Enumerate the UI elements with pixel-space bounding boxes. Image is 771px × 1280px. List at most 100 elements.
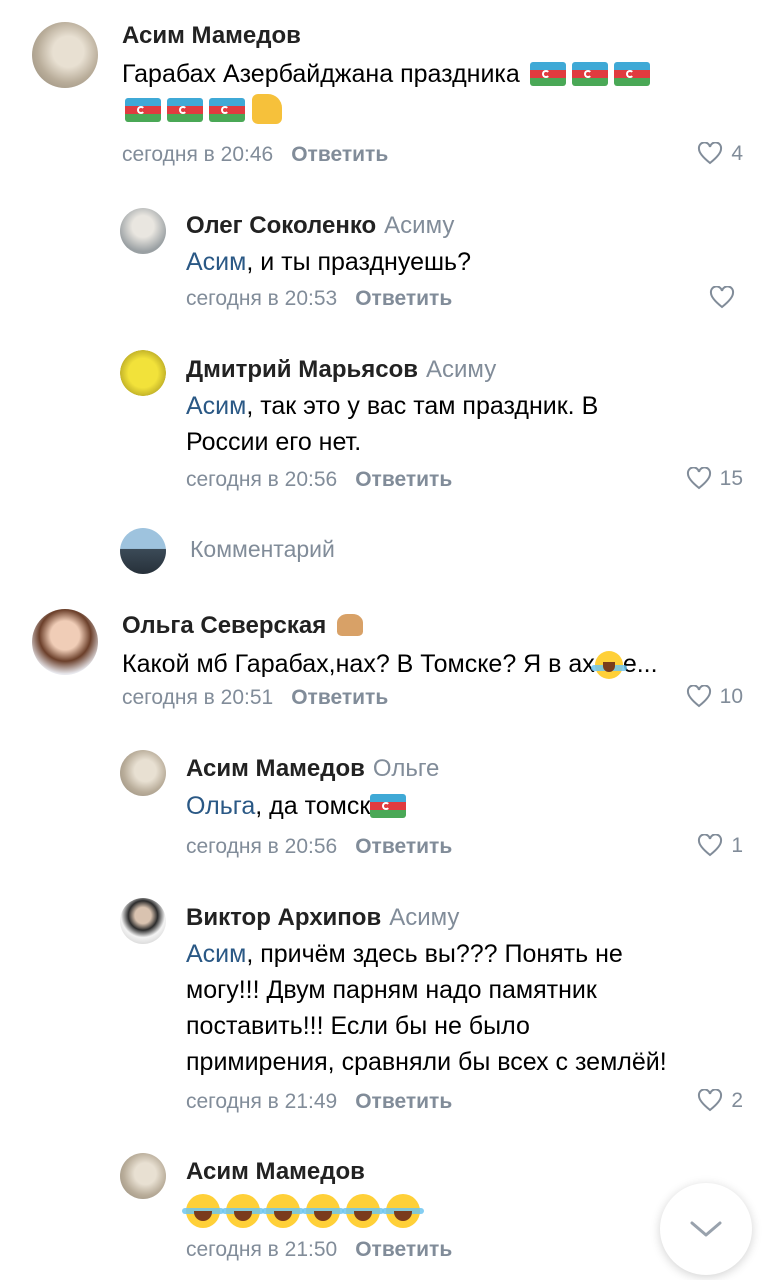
azerbaijan-flag-icon: [613, 62, 650, 86]
avatar[interactable]: [32, 22, 98, 88]
reply-button[interactable]: Ответить: [355, 1238, 452, 1261]
heart-icon: [686, 685, 711, 708]
tears-of-joy-icon: [342, 1194, 384, 1229]
comment-input[interactable]: Комментарий: [190, 536, 335, 563]
reply-button[interactable]: Ответить: [291, 143, 388, 166]
reply-button[interactable]: Ответить: [355, 835, 452, 858]
author-name[interactable]: Дмитрий Марьясов: [186, 356, 418, 383]
avatar[interactable]: [120, 1153, 166, 1199]
comment-author: Ольга Северская: [122, 612, 363, 640]
comment-meta: сегодня в 20:53 Ответить: [186, 287, 452, 311]
comment-meta: сегодня в 20:46 Ответить: [122, 143, 388, 167]
avatar: [120, 528, 166, 574]
like-count: 2: [731, 1089, 743, 1112]
avatar[interactable]: [120, 750, 166, 796]
comment-text: Гарабах Азербайджана праздника: [122, 56, 732, 128]
comment-author: Асим Мамедов Ольге: [186, 755, 439, 783]
comment-text-line: Какой мб Гарабах,нах? В Томске? Я в ах: [122, 650, 595, 678]
azerbaijan-flag-icon: [209, 98, 245, 122]
chevron-down-icon: [690, 1221, 722, 1237]
author-name[interactable]: Ольга Северская: [122, 612, 326, 639]
avatar[interactable]: [120, 350, 166, 396]
reply-to[interactable]: Асиму: [426, 356, 496, 383]
reply-to[interactable]: Ольге: [373, 755, 439, 782]
like-button[interactable]: 4: [697, 142, 743, 166]
scroll-down-button[interactable]: [660, 1183, 752, 1275]
comment-text: [182, 1192, 426, 1229]
avatar[interactable]: [32, 609, 98, 675]
comment-meta: сегодня в 21:49 Ответить: [186, 1090, 452, 1114]
reply-to[interactable]: Асиму: [384, 212, 454, 239]
like-button[interactable]: 10: [686, 685, 743, 709]
mention-link[interactable]: Ольга: [186, 792, 255, 820]
comment-text-line: , так это у вас там праздник. В: [246, 392, 599, 420]
like-button[interactable]: 1: [697, 834, 743, 858]
reply-button[interactable]: Ответить: [355, 468, 452, 491]
tears-of-joy-icon: [182, 1194, 224, 1229]
comment-time: сегодня в 20:56: [186, 835, 338, 858]
comment-text-line: е...: [622, 650, 658, 678]
thumbs-up-icon: [252, 94, 282, 124]
comment-text-line: , да томск: [255, 792, 371, 820]
heart-icon: [686, 467, 711, 490]
azerbaijan-flag-icon: [571, 62, 608, 86]
like-button[interactable]: 15: [686, 467, 743, 491]
avatar[interactable]: [120, 898, 166, 944]
comment-time: сегодня в 20:53: [186, 287, 338, 310]
heart-icon: [709, 286, 735, 309]
comment-time: сегодня в 20:51: [122, 686, 274, 709]
reply-button[interactable]: Ответить: [355, 287, 452, 310]
tears-of-joy-icon: [302, 1194, 344, 1229]
azerbaijan-flag-icon: [370, 794, 407, 818]
tears-of-joy-icon: [222, 1194, 264, 1229]
author-name[interactable]: Асим Мамедов: [186, 755, 365, 782]
comment-meta: сегодня в 21:50 Ответить: [186, 1238, 452, 1262]
heart-icon: [698, 1089, 723, 1112]
avatar[interactable]: [120, 208, 166, 254]
comment-text-line: Гарабах Азербайджана праздника: [122, 60, 520, 88]
comment-text: Какой мб Гарабах,нах? В Томске? Я в ах е.…: [122, 646, 742, 682]
comment-text: Асим, причём здесь вы??? Понять не могу!…: [186, 936, 756, 1080]
comment-time: сегодня в 21:49: [186, 1090, 338, 1113]
comment-author: Виктор Архипов Асиму: [186, 904, 459, 932]
mention-link[interactable]: Асим: [186, 392, 246, 420]
reply-to[interactable]: Асиму: [389, 904, 459, 931]
author-name[interactable]: Олег Соколенко: [186, 212, 376, 239]
comment-time: сегодня в 20:46: [122, 143, 274, 166]
comment-meta: сегодня в 20:51 Ответить: [122, 686, 388, 710]
comment-text-line: , причём здесь вы??? Понять не: [246, 940, 623, 968]
comment-text-line: России его нет.: [186, 428, 362, 456]
comment-author: Олег Соколенко Асиму: [186, 212, 454, 240]
comment-text: Ольга, да томск: [186, 788, 409, 824]
like-count: 4: [731, 142, 743, 165]
like-count: 15: [719, 467, 743, 490]
comment-time: сегодня в 21:50: [186, 1238, 338, 1261]
like-button[interactable]: 2: [697, 1089, 743, 1113]
reply-button[interactable]: Ответить: [355, 1090, 452, 1113]
comment-author[interactable]: Асим Мамедов: [122, 22, 301, 50]
mention-link[interactable]: Асим: [186, 940, 246, 968]
comment-author: Дмитрий Марьясов Асиму: [186, 356, 496, 384]
azerbaijan-flag-icon: [529, 62, 566, 86]
heart-icon: [698, 142, 723, 165]
comment-text: Асим, и ты празднуешь?: [186, 244, 471, 280]
author-name[interactable]: Виктор Архипов: [186, 904, 381, 931]
like-button[interactable]: [709, 286, 743, 310]
comment-text-line: примирения, сравняли бы всех с землёй!: [186, 1048, 667, 1076]
comment-author[interactable]: Асим Мамедов: [186, 1158, 365, 1186]
tears-of-joy-icon: [262, 1194, 304, 1229]
comment-text: Асим, так это у вас там праздник. В Росс…: [186, 388, 726, 460]
face-with-hand-over-mouth-icon: [590, 651, 627, 680]
mention-link[interactable]: Асим: [186, 248, 246, 276]
comment-text-line: могу!!! Двум парням надо памятник: [186, 976, 597, 1004]
comment-text-line: поставить!!! Если бы не было: [186, 1012, 530, 1040]
cat-icon: [336, 614, 363, 636]
like-count: 1: [731, 834, 743, 857]
azerbaijan-flag-icon: [167, 98, 203, 122]
heart-icon: [698, 834, 723, 857]
comment-text-line: , и ты празднуешь?: [246, 248, 471, 276]
comment-time: сегодня в 20:56: [186, 468, 338, 491]
like-count: 10: [719, 685, 743, 708]
reply-button[interactable]: Ответить: [291, 686, 388, 709]
tears-of-joy-icon: [382, 1194, 424, 1229]
